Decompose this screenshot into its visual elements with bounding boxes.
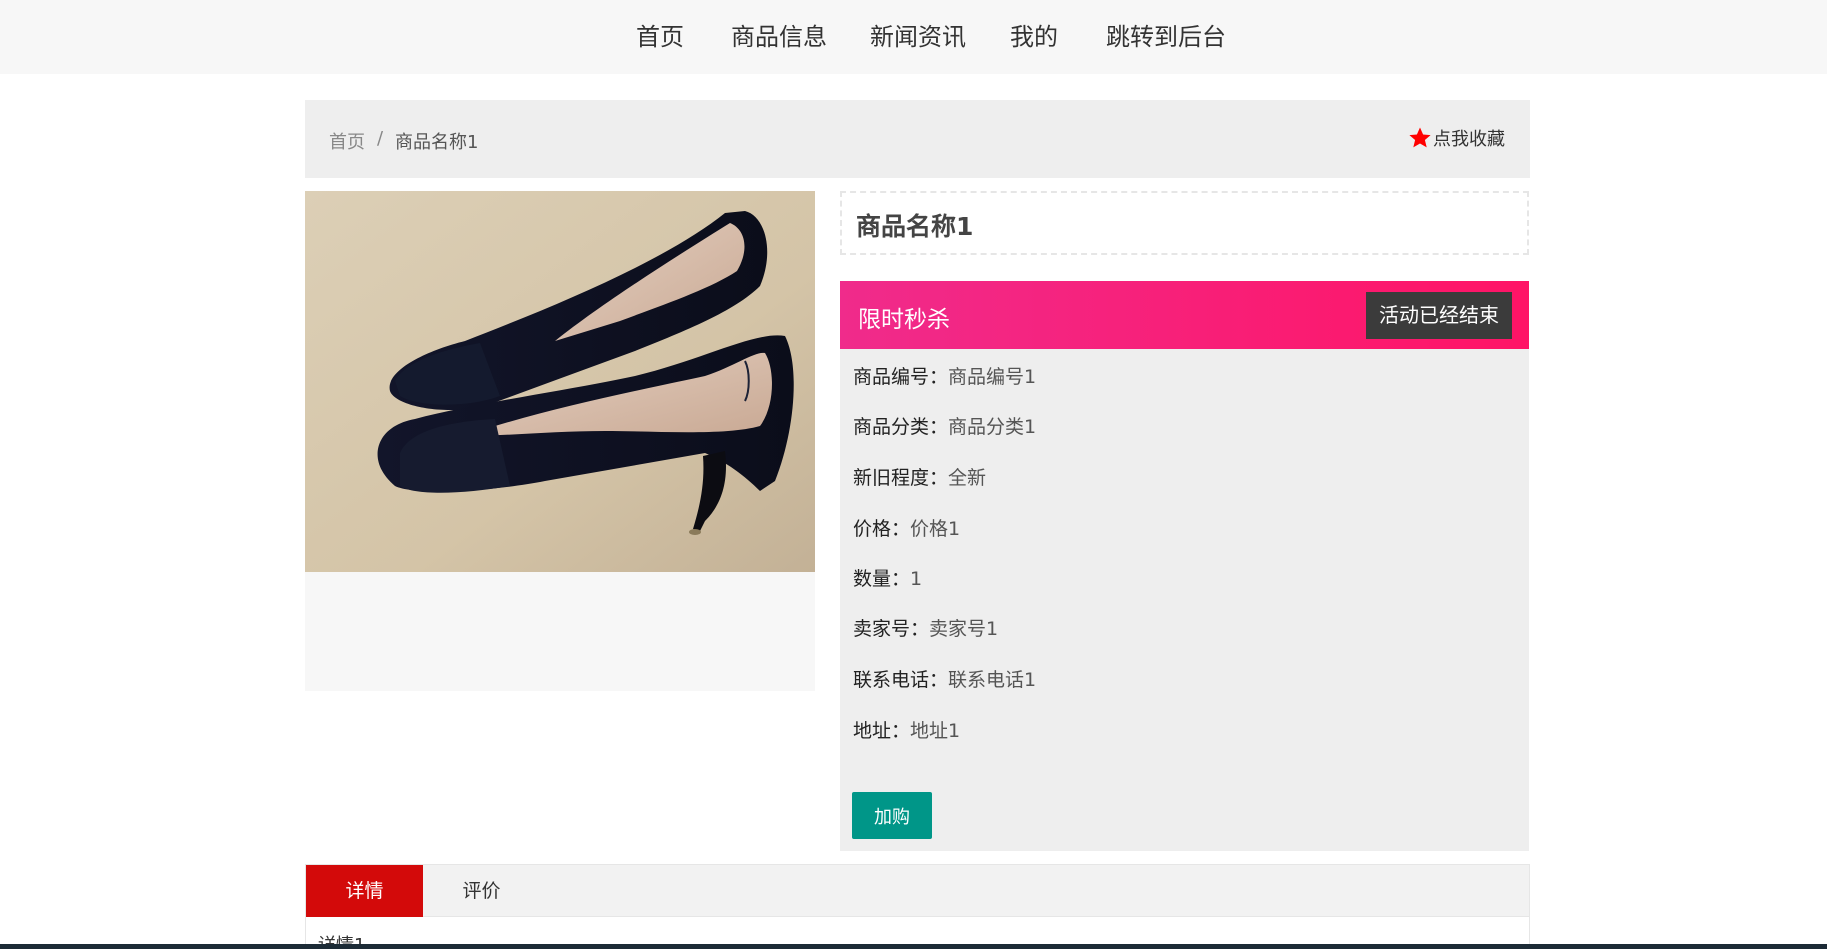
info-value: 地址1 <box>910 720 961 742</box>
info-row-sku: 商品编号：商品编号1 <box>853 362 1036 389</box>
info-label: 新旧程度： <box>853 467 949 489</box>
info-value: 联系电话1 <box>948 669 1037 691</box>
info-label: 数量： <box>853 568 911 590</box>
info-row-quantity: 数量：1 <box>853 564 922 591</box>
product-image <box>305 191 815 572</box>
info-value: 1 <box>910 568 923 590</box>
info-row-phone: 联系电话：联系电话1 <box>853 665 1036 692</box>
info-row-seller: 卖家号：卖家号1 <box>853 614 998 641</box>
info-label: 商品分类： <box>853 416 949 438</box>
flash-sale-title: 限时秒杀 <box>858 307 950 333</box>
info-row-category: 商品分类：商品分类1 <box>853 412 1036 439</box>
flash-sale-banner: 限时秒杀 活动已经结束 <box>840 281 1529 349</box>
nav-item-admin[interactable]: 跳转到后台 <box>1106 20 1226 54</box>
product-info-panel: 商品编号：商品编号1 商品分类：商品分类1 新旧程度：全新 价格：价格1 数量：… <box>840 349 1529 851</box>
info-value: 卖家号1 <box>929 618 999 640</box>
nav-item-mine[interactable]: 我的 <box>1010 20 1058 54</box>
nav-item-home[interactable]: 首页 <box>636 20 684 54</box>
info-row-condition: 新旧程度：全新 <box>853 463 986 490</box>
info-value: 商品编号1 <box>948 366 1037 388</box>
favorite-button[interactable]: 点我收藏 <box>1408 125 1505 151</box>
flash-sale-status-badge: 活动已经结束 <box>1366 292 1512 339</box>
info-value: 全新 <box>948 467 987 489</box>
product-title: 商品名称1 <box>856 212 974 241</box>
nav-item-news[interactable]: 新闻资讯 <box>870 20 966 54</box>
info-row-price: 价格：价格1 <box>853 514 960 541</box>
info-label: 商品编号： <box>853 366 949 388</box>
tab-reviews[interactable]: 评价 <box>423 865 540 917</box>
product-title-box: 商品名称1 <box>840 191 1529 255</box>
info-value: 价格1 <box>910 518 961 540</box>
star-icon <box>1409 127 1431 148</box>
info-label: 价格： <box>853 518 911 540</box>
detail-tabs: 详情 评价 详情1 <box>305 864 1530 949</box>
breadcrumb: 首页 / 商品名称1 点我收藏 <box>305 100 1530 178</box>
breadcrumb-home-link[interactable]: 首页 <box>329 128 365 154</box>
info-label: 卖家号： <box>853 618 930 640</box>
product-gallery <box>305 191 815 691</box>
tab-header: 详情 评价 <box>306 865 1529 917</box>
nav-item-products[interactable]: 商品信息 <box>731 20 827 54</box>
breadcrumb-current: 商品名称1 <box>395 132 479 153</box>
bottom-strip <box>0 944 1827 949</box>
top-navigation: 首页 商品信息 新闻资讯 我的 跳转到后台 <box>0 0 1827 74</box>
info-row-address: 地址：地址1 <box>853 716 960 743</box>
tab-details[interactable]: 详情 <box>306 865 423 917</box>
info-value: 商品分类1 <box>948 416 1037 438</box>
breadcrumb-separator: / <box>377 128 384 149</box>
add-to-cart-button[interactable]: 加购 <box>852 792 932 839</box>
info-label: 联系电话： <box>853 669 949 691</box>
info-label: 地址： <box>853 720 911 742</box>
favorite-label: 点我收藏 <box>1433 129 1505 150</box>
